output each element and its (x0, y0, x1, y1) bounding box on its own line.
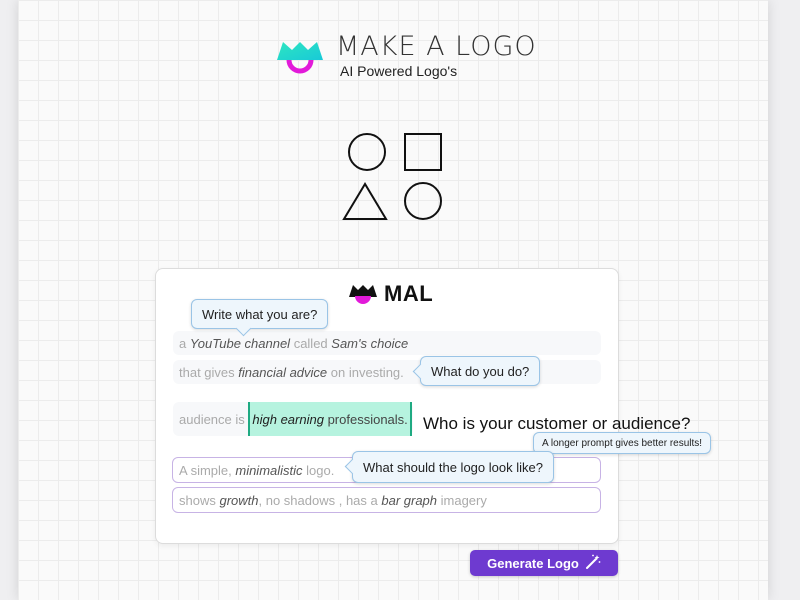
prompt-segment: a (179, 335, 190, 351)
generate-logo-label: Generate Logo (487, 555, 579, 571)
mal-label: MAL (384, 281, 434, 306)
highlighted-audience-em: high earning (252, 411, 324, 427)
prompt-line-1[interactable]: a YouTube channel called Sam's choice (173, 331, 601, 355)
prompt-segment: bar graph (381, 492, 438, 508)
generate-logo-button[interactable]: Generate Logo (470, 550, 618, 576)
prompt-segment: on investing. (327, 364, 404, 380)
audience-question: Who is your customer or audience? (423, 414, 691, 433)
prompt-segment: YouTube channel (189, 335, 291, 351)
tooltip-what-are: Write what you are? (191, 299, 329, 329)
magic-wand-icon (585, 554, 601, 573)
highlighted-audience-rest: professionals. (323, 411, 408, 427)
brand-subtitle: AI Powered Logo's (340, 63, 458, 79)
prompt-segment: growth (219, 492, 259, 508)
tooltip-what-do: What do you do? (420, 356, 541, 386)
prompt-segment: imagery (437, 492, 487, 508)
highlighted-audience[interactable]: high earning professionals. (248, 402, 412, 436)
make-a-logo-icon (277, 42, 323, 74)
prompt-line-3[interactable]: audience is high earning professionals. (173, 402, 413, 436)
prompt-segment: , no shadows , has a (258, 492, 382, 508)
mal-logo-icon (349, 285, 377, 304)
prompt-segment: A simple, (179, 462, 236, 478)
tooltip-longer-prompt: A longer prompt gives better results! (533, 432, 712, 454)
brand-title: MAKE A LOGO (336, 31, 537, 62)
shapes-illustration-icon (342, 133, 442, 220)
style-line-2[interactable]: shows growth, no shadows , has a bar gra… (172, 487, 601, 513)
prompt-segment: that gives (179, 364, 239, 380)
prompt-segment: financial advice (238, 364, 328, 380)
prompt-segment: Sam's choice (331, 335, 409, 351)
prompt-segment: called (290, 335, 332, 351)
prompt-segment: shows (179, 492, 220, 508)
prompt-line-3-prefix: audience is (179, 411, 249, 427)
brand-header: MAKE A LOGO AI Powered Logo's (274, 33, 537, 79)
mal-brand: MAL (348, 281, 433, 307)
tooltip-look-like: What should the logo look like? (352, 451, 554, 483)
prompt-segment: minimalistic (235, 462, 303, 478)
prompt-segment: logo. (302, 462, 335, 478)
